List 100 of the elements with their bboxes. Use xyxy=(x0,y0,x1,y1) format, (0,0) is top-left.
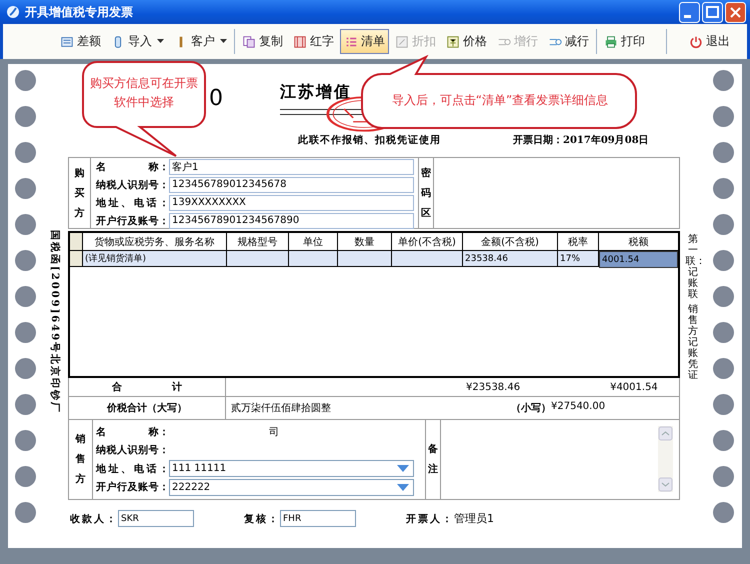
row-header-cell[interactable] xyxy=(70,251,83,267)
total-tax: ¥4001.54 xyxy=(610,382,658,392)
toolbar-button[interactable]: 红字 xyxy=(289,29,338,54)
table-cell[interactable]: 4001.54 xyxy=(599,251,678,268)
punch-hole xyxy=(14,322,36,343)
grand-total-label: 价税合计（大写） xyxy=(69,397,226,419)
grand-total-amount: ¥27540.00 xyxy=(551,401,606,412)
field-value: 司 xyxy=(268,426,279,439)
field-label: 收款人： xyxy=(70,512,118,526)
punch-hole xyxy=(14,430,36,451)
input-field[interactable]: 客户1 xyxy=(169,158,414,174)
field-label: 开户行及账号： xyxy=(96,214,169,228)
dropdown-field[interactable]: 111 11111 xyxy=(169,460,414,478)
toolbar-button[interactable]: 复制 xyxy=(238,29,287,54)
punch-hole xyxy=(712,178,734,199)
caret-icon xyxy=(220,39,227,44)
toolbar-icon xyxy=(604,34,618,48)
punch-hole xyxy=(14,358,36,379)
table-cell[interactable] xyxy=(392,251,463,267)
table-cell[interactable] xyxy=(338,251,392,267)
close-button[interactable] xyxy=(725,2,746,22)
toolbar-button[interactable]: 价格 xyxy=(442,29,491,54)
margin-text: 国税函[2009]649号北京印钞厂 xyxy=(48,230,62,416)
scrollbar[interactable] xyxy=(658,426,673,492)
table-cell[interactable] xyxy=(227,251,289,267)
punch-hole xyxy=(14,142,36,163)
punch-hole xyxy=(14,70,36,91)
punch-hole xyxy=(712,322,734,343)
punch-hole xyxy=(14,106,36,127)
input-field[interactable]: 12345678901234567890 xyxy=(169,212,414,228)
punch-hole xyxy=(712,70,734,91)
toolbar-icon xyxy=(689,34,703,48)
margin-text: 第一联：记账联 xyxy=(686,234,700,300)
punch-hole xyxy=(14,394,36,415)
table-cell[interactable] xyxy=(289,251,338,267)
punch-hole xyxy=(712,250,734,271)
notice-text: 此联不作报销、扣税凭证使用 xyxy=(298,134,441,147)
toolbar-icon xyxy=(242,34,256,48)
invoice-title: 江苏增值 xyxy=(280,82,352,103)
toolbar-icon xyxy=(395,34,409,48)
minimize-button[interactable] xyxy=(679,2,700,22)
punch-hole xyxy=(712,394,734,415)
margin-text: 销售方记账凭证 xyxy=(687,304,699,381)
punch-hole xyxy=(712,106,734,127)
invoice-number: 0 xyxy=(209,86,223,111)
total-amount: ¥23538.46 xyxy=(466,382,520,392)
punch-hole xyxy=(14,250,36,271)
toolbar-button[interactable]: 导入 xyxy=(107,29,168,54)
section-label: 销售方 xyxy=(76,432,86,486)
punch-hole xyxy=(712,286,734,307)
section-label: 购买方 xyxy=(74,166,84,220)
toolbar-button[interactable]: 减行 xyxy=(544,29,593,54)
punch-hole xyxy=(712,142,734,163)
punch-hole xyxy=(14,214,36,235)
dropdown-arrow-icon xyxy=(397,465,409,472)
field-label: 纳税人识别号： xyxy=(96,444,169,458)
punch-hole xyxy=(712,358,734,379)
punch-hole xyxy=(14,178,36,199)
callout-text: 购买方信息可在开票软件中选择 xyxy=(89,75,199,111)
toolbar-button[interactable]: 打印 xyxy=(600,29,649,54)
maximize-button[interactable] xyxy=(702,2,723,22)
field-label: 地址、电话： xyxy=(96,462,169,476)
punch-hole xyxy=(712,502,734,523)
punch-hole xyxy=(14,286,36,307)
window-title: 开具增值税专用发票 xyxy=(25,4,134,20)
toolbar-icon xyxy=(60,34,74,48)
amount-in-words: 贰万柒仟伍佰肆拾圆整 xyxy=(231,402,331,415)
total-label: 合 计 xyxy=(69,378,226,396)
amount-label: （小写） xyxy=(511,402,551,415)
field-label: 开户行及账号： xyxy=(96,480,169,494)
field-label: 复核： xyxy=(244,512,280,526)
field-label: 开票人： xyxy=(406,512,454,526)
table-cell[interactable]: 23538.46 xyxy=(463,251,558,267)
dropdown-arrow-icon xyxy=(397,484,409,491)
input-field[interactable]: 123456789012345678 xyxy=(169,176,414,192)
input-field[interactable]: SKR xyxy=(118,510,194,527)
input-field[interactable]: FHR xyxy=(280,510,356,527)
section-label: 密码区 xyxy=(421,166,431,220)
punch-hole xyxy=(712,430,734,451)
toolbar-button[interactable]: 客户 xyxy=(170,29,231,54)
toolbar-button[interactable]: 差额 xyxy=(56,29,105,54)
field-label: 纳税人识别号： xyxy=(96,178,169,192)
punch-hole xyxy=(712,466,734,487)
punch-hole xyxy=(14,466,36,487)
invoice-date: 开票日期：2017年09月08日 xyxy=(513,134,649,147)
field-label: 名 称： xyxy=(96,160,169,174)
caret-icon xyxy=(157,39,164,44)
toolbar-button[interactable]: 清单 xyxy=(340,29,389,54)
input-field[interactable]: 139XXXXXXXX xyxy=(169,194,414,210)
toolbar-button[interactable]: 退出 xyxy=(685,29,734,54)
punch-hole xyxy=(14,502,36,523)
field-label: 名 称： xyxy=(96,426,169,439)
toolbar-icon xyxy=(293,34,307,48)
field-value: 管理员1 xyxy=(454,511,494,526)
dropdown-field[interactable]: 222222 xyxy=(169,478,414,496)
field-label: 地址、电话： xyxy=(96,196,169,210)
table-cell[interactable]: 17% xyxy=(558,251,599,267)
toolbar-icon xyxy=(446,34,460,48)
table-cell[interactable]: (详见销货清单) xyxy=(83,251,227,267)
punch-hole xyxy=(712,214,734,235)
